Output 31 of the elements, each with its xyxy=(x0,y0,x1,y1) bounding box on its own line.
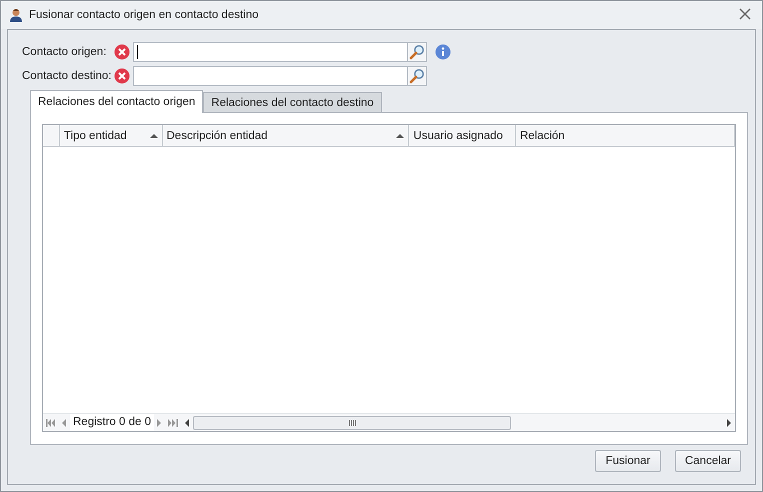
user-icon xyxy=(9,8,23,22)
field-label: Contacto origen: xyxy=(22,46,108,58)
search-icon xyxy=(409,44,425,60)
tab[interactable]: Relaciones del contacto destino xyxy=(203,92,382,112)
grip-icon xyxy=(348,420,356,426)
contact-field[interactable] xyxy=(133,42,408,62)
window-title: Fusionar contacto origen en contacto destino xyxy=(29,9,260,21)
column-header[interactable]: Descripción entidad xyxy=(162,125,410,146)
scroll-thumb[interactable] xyxy=(193,416,511,430)
info-icon[interactable] xyxy=(435,44,451,60)
previous-icon xyxy=(62,418,67,426)
dialog-button[interactable]: Cancelar xyxy=(675,450,741,472)
error-icon xyxy=(114,68,130,84)
sort-icon xyxy=(150,132,158,140)
next-icon xyxy=(157,418,162,426)
error-icon xyxy=(114,44,130,60)
record-counter: Registro 0 de 0 xyxy=(70,414,154,431)
field-label: Contacto destino: xyxy=(22,70,113,82)
first-icon xyxy=(46,418,56,426)
close-icon xyxy=(738,7,752,21)
last-icon xyxy=(168,418,178,426)
dialog-button[interactable]: Fusionar xyxy=(595,450,661,472)
tab[interactable]: Relaciones del contacto origen xyxy=(30,90,204,113)
search-icon xyxy=(409,68,425,84)
search-button[interactable] xyxy=(408,66,427,86)
column-header[interactable]: Tipo entidad xyxy=(60,125,162,146)
sort-icon xyxy=(396,132,404,140)
contact-field[interactable] xyxy=(133,66,408,86)
column-header[interactable]: Relación xyxy=(516,125,735,146)
search-button[interactable] xyxy=(408,42,427,62)
column-header[interactable]: Usuario asignado xyxy=(409,125,516,146)
